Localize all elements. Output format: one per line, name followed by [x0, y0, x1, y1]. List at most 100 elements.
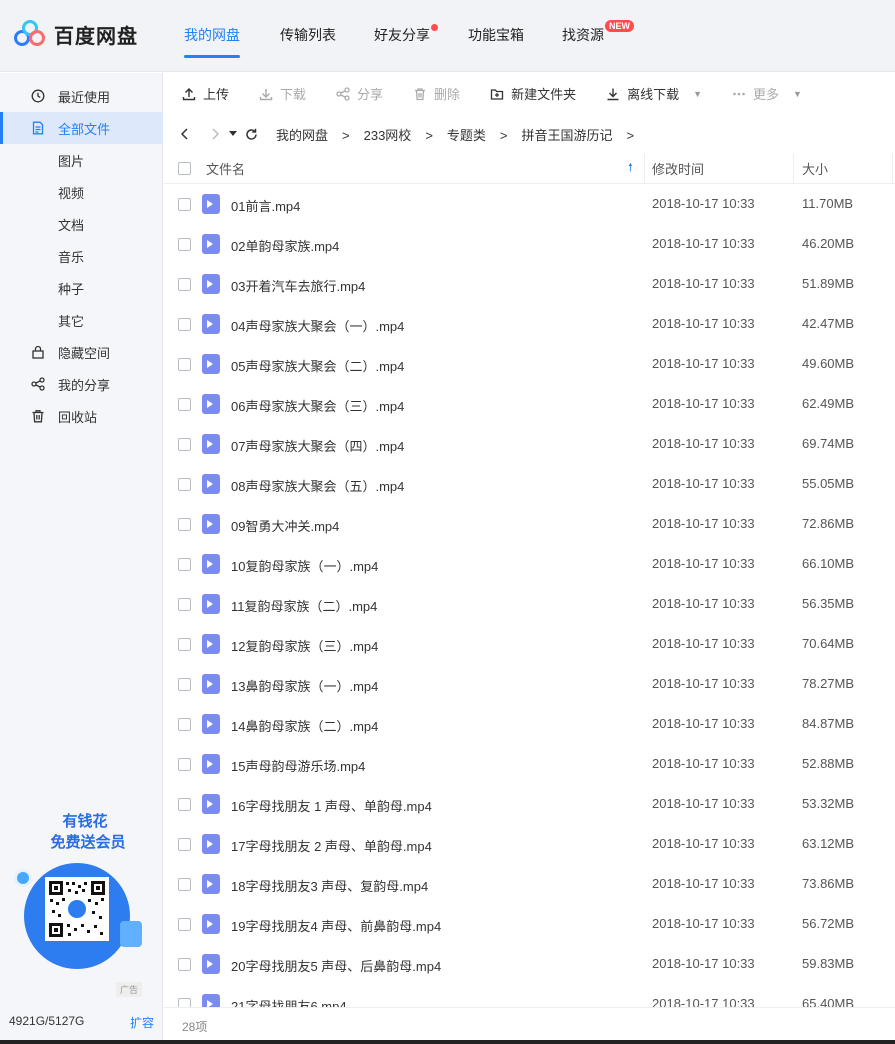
table-row[interactable]: 04声母家族大聚会（一）.mp4 2018-10-17 10:33 42.47MB	[164, 304, 895, 344]
column-size-header[interactable]: 大小	[802, 159, 828, 178]
table-row[interactable]: 07声母家族大聚会（四）.mp4 2018-10-17 10:33 69.74MB	[164, 424, 895, 464]
row-checkbox[interactable]	[178, 358, 191, 371]
sort-up-icon[interactable]: 🠕	[628, 159, 633, 178]
nav-tab-4[interactable]: 找资源 NEW	[548, 0, 634, 72]
table-row[interactable]: 05声母家族大聚会（二）.mp4 2018-10-17 10:33 49.60MB	[164, 344, 895, 384]
row-checkbox[interactable]	[178, 958, 191, 971]
row-checkbox[interactable]	[178, 318, 191, 331]
table-row[interactable]: 16字母找朋友 1 声母、单韵母.mp4 2018-10-17 10:33 53.3…	[164, 784, 895, 824]
back-icon[interactable]	[174, 123, 196, 145]
breadcrumb-item[interactable]: 拼音王国游历记	[522, 128, 613, 143]
new-folder-button[interactable]: 新建文件夹	[489, 84, 576, 103]
sidebar-item-4[interactable]: 文档	[0, 208, 163, 240]
row-checkbox[interactable]	[178, 758, 191, 771]
refresh-icon[interactable]	[240, 123, 262, 145]
sidebar-item-2[interactable]: 图片	[0, 144, 163, 176]
file-name[interactable]: 14鼻韵母家族（二）.mp4	[231, 716, 378, 735]
file-name[interactable]: 05声母家族大聚会（二）.mp4	[231, 356, 404, 375]
expand-storage-link[interactable]: 扩容	[130, 1014, 154, 1031]
file-name[interactable]: 03开着汽车去旅行.mp4	[231, 276, 365, 295]
file-name[interactable]: 06声母家族大聚会（三）.mp4	[231, 396, 404, 415]
row-checkbox[interactable]	[178, 518, 191, 531]
sidebar-item-9[interactable]: 我的分享	[0, 368, 163, 400]
row-checkbox[interactable]	[178, 798, 191, 811]
file-name[interactable]: 11复韵母家族（二）.mp4	[231, 596, 377, 615]
sidebar-item-6[interactable]: 种子	[0, 272, 163, 304]
file-name[interactable]: 09智勇大冲关.mp4	[231, 516, 339, 535]
column-name-header[interactable]: 文件名	[206, 159, 245, 178]
row-checkbox[interactable]	[178, 478, 191, 491]
row-checkbox[interactable]	[178, 878, 191, 891]
table-row[interactable]: 13鼻韵母家族（一）.mp4 2018-10-17 10:33 78.27MB	[164, 664, 895, 704]
row-checkbox[interactable]	[178, 238, 191, 251]
row-checkbox[interactable]	[178, 278, 191, 291]
file-name[interactable]: 17字母找朋友 2 声母、单韵母.mp4	[231, 836, 432, 855]
breadcrumb-item[interactable]: 专题类	[447, 128, 486, 143]
promo-banner[interactable]: 有钱花 免费送会员 广告	[14, 811, 156, 997]
forward-icon[interactable]	[204, 123, 226, 145]
row-checkbox[interactable]	[178, 918, 191, 931]
sidebar-item-8[interactable]: 隐藏空间	[0, 336, 163, 368]
table-row[interactable]: 20字母找朋友5 声母、后鼻韵母.mp4 2018-10-17 10:33 59.8…	[164, 944, 895, 984]
download-button[interactable]: 下载	[258, 84, 306, 103]
history-dropdown-icon[interactable]	[226, 123, 240, 145]
nav-tab-2[interactable]: 好友分享	[360, 0, 444, 72]
file-name[interactable]: 18字母找朋友3 声母、复韵母.mp4	[231, 876, 428, 895]
file-name[interactable]: 01前言.mp4	[231, 196, 300, 215]
table-row[interactable]: 08声母家族大聚会（五）.mp4 2018-10-17 10:33 55.05MB	[164, 464, 895, 504]
row-checkbox[interactable]	[178, 398, 191, 411]
table-row[interactable]: 02单韵母家族.mp4 2018-10-17 10:33 46.20MB	[164, 224, 895, 264]
file-name[interactable]: 20字母找朋友5 声母、后鼻韵母.mp4	[231, 956, 441, 975]
table-row[interactable]: 06声母家族大聚会（三）.mp4 2018-10-17 10:33 62.49MB	[164, 384, 895, 424]
offline-download-button[interactable]: 离线下载 ▼	[605, 84, 702, 103]
file-name[interactable]: 21字母找朋友6.mp4	[231, 996, 347, 1007]
column-time-header[interactable]: 修改时间	[652, 159, 704, 178]
file-name[interactable]: 02单韵母家族.mp4	[231, 236, 339, 255]
table-row[interactable]: 10复韵母家族（一）.mp4 2018-10-17 10:33 66.10MB	[164, 544, 895, 584]
table-row[interactable]: 01前言.mp4 2018-10-17 10:33 11.70MB	[164, 184, 895, 224]
row-checkbox[interactable]	[178, 838, 191, 851]
file-name[interactable]: 08声母家族大聚会（五）.mp4	[231, 476, 404, 495]
table-row[interactable]: 15声母韵母游乐场.mp4 2018-10-17 10:33 52.88MB	[164, 744, 895, 784]
nav-tab-1[interactable]: 传输列表	[266, 0, 350, 72]
file-name[interactable]: 04声母家族大聚会（一）.mp4	[231, 316, 404, 335]
chevron-down-icon[interactable]: ▼	[693, 89, 702, 99]
row-checkbox[interactable]	[178, 198, 191, 211]
table-row[interactable]: 12复韵母家族（三）.mp4 2018-10-17 10:33 70.64MB	[164, 624, 895, 664]
table-row[interactable]: 18字母找朋友3 声母、复韵母.mp4 2018-10-17 10:33 73.86…	[164, 864, 895, 904]
sidebar-item-10[interactable]: 回收站	[0, 400, 163, 432]
row-checkbox[interactable]	[178, 718, 191, 731]
table-row[interactable]: 11复韵母家族（二）.mp4 2018-10-17 10:33 56.35MB	[164, 584, 895, 624]
file-name[interactable]: 07声母家族大聚会（四）.mp4	[231, 436, 404, 455]
breadcrumb-item[interactable]: 233网校	[364, 128, 412, 143]
table-row[interactable]: 17字母找朋友 2 声母、单韵母.mp4 2018-10-17 10:33 63.1…	[164, 824, 895, 864]
row-checkbox[interactable]	[178, 598, 191, 611]
table-row[interactable]: 19字母找朋友4 声母、前鼻韵母.mp4 2018-10-17 10:33 56.7…	[164, 904, 895, 944]
sidebar-item-3[interactable]: 视频	[0, 176, 163, 208]
sidebar-item-1[interactable]: 全部文件	[0, 112, 163, 144]
nav-tab-3[interactable]: 功能宝箱	[454, 0, 538, 72]
row-checkbox[interactable]	[178, 998, 191, 1007]
app-logo[interactable]: 百度网盘	[14, 18, 138, 50]
row-checkbox[interactable]	[178, 438, 191, 451]
more-button[interactable]: 更多 ▼	[731, 84, 802, 103]
sidebar-item-0[interactable]: 最近使用	[0, 80, 163, 112]
nav-tab-0[interactable]: 我的网盘	[170, 0, 254, 72]
file-name[interactable]: 19字母找朋友4 声母、前鼻韵母.mp4	[231, 916, 441, 935]
row-checkbox[interactable]	[178, 678, 191, 691]
share-button[interactable]: 分享	[335, 84, 383, 103]
row-checkbox[interactable]	[178, 558, 191, 571]
file-name[interactable]: 12复韵母家族（三）.mp4	[231, 636, 378, 655]
file-name[interactable]: 15声母韵母游乐场.mp4	[231, 756, 365, 775]
table-row[interactable]: 03开着汽车去旅行.mp4 2018-10-17 10:33 51.89MB	[164, 264, 895, 304]
chevron-down-icon[interactable]: ▼	[793, 89, 802, 99]
table-row[interactable]: 09智勇大冲关.mp4 2018-10-17 10:33 72.86MB	[164, 504, 895, 544]
sidebar-item-5[interactable]: 音乐	[0, 240, 163, 272]
delete-button[interactable]: 删除	[412, 84, 460, 103]
file-name[interactable]: 13鼻韵母家族（一）.mp4	[231, 676, 378, 695]
table-row[interactable]: 21字母找朋友6.mp4 2018-10-17 10:33 65.40MB	[164, 984, 895, 1007]
sidebar-item-7[interactable]: 其它	[0, 304, 163, 336]
select-all-checkbox[interactable]	[178, 162, 191, 175]
breadcrumb-item[interactable]: 我的网盘	[276, 128, 328, 143]
upload-button[interactable]: 上传	[181, 84, 229, 103]
